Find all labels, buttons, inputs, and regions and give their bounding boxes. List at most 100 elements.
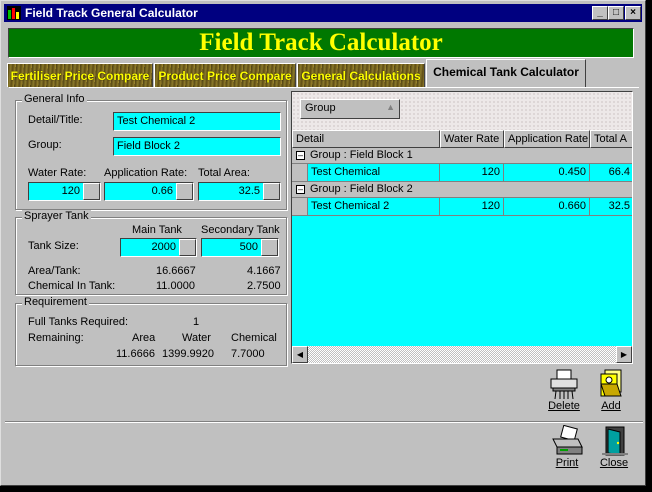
window-title: Field Track General Calculator [25,6,198,20]
app-rate-spin-button[interactable] [176,183,193,200]
delete-button[interactable]: Delete [544,368,584,416]
water-rate-stepper[interactable]: 120 [28,182,101,201]
total-area-label: Total Area: [198,167,250,179]
minimize-button[interactable]: _ [592,6,608,20]
collapse-icon[interactable]: – [296,185,305,194]
remaining-water-value: 1399.9920 [162,348,214,360]
group-field[interactable]: Field Block 2 [113,137,281,156]
shredder-icon [550,369,578,400]
general-info-title: General Info [22,93,87,105]
full-tanks-label: Full Tanks Required: [28,316,129,328]
scroll-right-icon[interactable]: ▶ [616,346,632,363]
secondary-tank-size-value[interactable]: 500 [202,239,261,256]
total-area-spin-button[interactable] [263,183,280,200]
app-rate-value[interactable]: 0.66 [105,183,176,200]
cell-application-rate[interactable]: 0.450 [504,164,590,182]
remaining-chemical-value: 7.7000 [231,348,265,360]
cell-detail[interactable]: Test Chemical [308,164,440,182]
group-by-button[interactable]: Group ▲ [300,99,400,119]
column-header-total-area[interactable]: Total A [590,130,632,148]
sprayer-tank-title: Sprayer Tank [22,210,91,222]
requirement-group: Requirement Full Tanks Required: 1 Remai… [15,296,287,366]
group-by-panel: Group ▲ [292,92,632,130]
area-secondary-value: 4.1667 [247,265,281,277]
app-icon [7,6,21,20]
print-label: Print [555,457,579,469]
title-bar[interactable]: Field Track General Calculator _ □ × [4,4,642,22]
group-row[interactable]: – Group : Field Block 1 [292,148,632,164]
tab-fertiliser-price-compare[interactable]: Fertiliser Price Compare [7,63,153,87]
secondary-tank-spin-button[interactable] [261,239,278,256]
cell-application-rate[interactable]: 0.660 [504,198,590,216]
water-rate-spin-button[interactable] [83,183,100,200]
records-grid[interactable]: Group ▲ Detail Water Rate Application Ra… [291,91,633,364]
secondary-tank-stepper[interactable]: 500 [201,238,279,257]
cell-detail[interactable]: Test Chemical 2 [308,198,440,216]
remaining-water-header: Water [182,332,211,344]
chem-tank-label: Chemical In Tank: [28,280,116,292]
detail-label: Detail/Title: [28,114,83,126]
tab-chemical-tank-calculator[interactable]: Chemical Tank Calculator [426,59,586,88]
group-row-label: Group : Field Block 1 [310,149,413,161]
sort-up-icon: ▲ [386,102,395,112]
cell-total-area[interactable]: 66.4 [590,164,632,182]
requirement-title: Requirement [22,296,89,308]
group-label: Group: [28,139,62,151]
cell-water-rate[interactable]: 120 [440,198,504,216]
app-rate-label: Application Rate: [104,167,188,179]
main-window: Field Track General Calculator _ □ × Fie… [0,0,646,486]
add-label: Add [601,400,621,412]
main-tank-spin-button[interactable] [179,239,196,256]
row-indent [292,198,308,216]
app-rate-stepper[interactable]: 0.66 [104,182,194,201]
tank-size-label: Tank Size: [28,240,79,252]
banner-heading: Field Track Calculator [8,28,634,58]
close-label: Close [599,457,629,469]
printer-icon [552,424,583,455]
detail-field[interactable]: Test Chemical 2 [113,112,281,131]
secondary-tank-label: Secondary Tank [201,224,280,236]
close-button[interactable]: Close [594,425,634,473]
print-button[interactable]: Print [547,424,587,473]
horizontal-scrollbar[interactable]: ◀ ▶ [292,346,632,363]
full-tanks-value: 1 [193,316,200,328]
main-tank-label: Main Tank [132,224,182,236]
area-main-value: 16.6667 [156,265,196,277]
total-area-stepper[interactable]: 32.5 [198,182,281,201]
delete-label: Delete [548,400,580,412]
water-rate-label: Water Rate: [28,167,87,179]
column-header-water-rate[interactable]: Water Rate [440,130,504,148]
remaining-chemical-header: Chemical [231,332,277,344]
scroll-left-icon[interactable]: ◀ [292,346,308,363]
area-tank-label: Area/Tank: [28,265,81,277]
water-rate-value[interactable]: 120 [29,183,83,200]
cell-water-rate[interactable]: 120 [440,164,504,182]
sprayer-tank-group: Sprayer Tank Main Tank Secondary Tank Ta… [15,210,287,295]
table-row[interactable]: Test Chemical 120 0.450 66.4 [292,164,632,182]
group-by-label: Group [305,102,336,114]
column-header-detail[interactable]: Detail [292,130,440,148]
general-info-group: General Info Detail/Title: Test Chemical… [15,93,287,210]
group-row[interactable]: – Group : Field Block 2 [292,182,632,198]
add-record-icon [600,369,622,397]
close-window-button[interactable]: × [625,6,641,20]
add-button[interactable]: Add [591,368,631,416]
total-area-value[interactable]: 32.5 [199,183,263,200]
cell-total-area[interactable]: 32.5 [590,198,632,216]
footer-divider [5,421,643,423]
collapse-icon[interactable]: – [296,151,305,160]
table-row[interactable]: Test Chemical 2 120 0.660 32.5 [292,198,632,216]
remaining-area-value: 11.6666 [116,348,155,360]
group-row-label: Group : Field Block 2 [310,183,413,195]
tab-product-price-compare[interactable]: Product Price Compare [154,63,296,87]
chem-secondary-value: 2.7500 [247,280,281,292]
column-header-application-rate[interactable]: Application Rate [504,130,590,148]
tab-general-calculations[interactable]: General Calculations [297,63,425,87]
chem-main-value: 11.0000 [156,280,195,292]
row-indent [292,164,308,182]
maximize-button[interactable]: □ [608,6,624,20]
remaining-area-header: Area [132,332,156,344]
main-tank-stepper[interactable]: 2000 [120,238,197,257]
main-tank-size-value[interactable]: 2000 [121,239,179,256]
remaining-label: Remaining: [28,332,84,344]
